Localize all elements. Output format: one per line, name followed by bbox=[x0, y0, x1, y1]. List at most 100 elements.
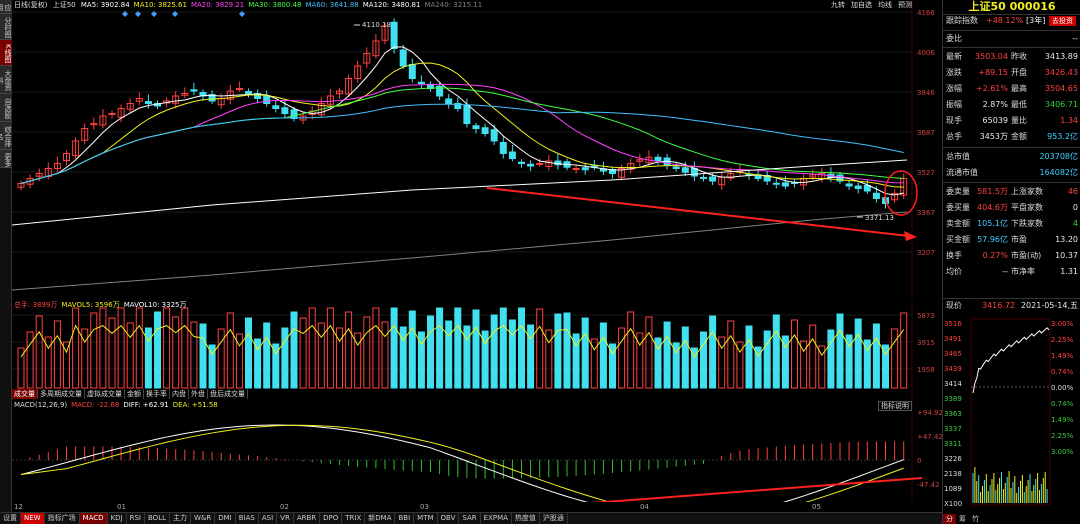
volume-tab[interactable]: 换手率 bbox=[144, 389, 170, 399]
mini-tab[interactable]: 筹 bbox=[956, 514, 969, 524]
volume-chart[interactable]: 5873 3915 1958 总手: 3899万 MAVOL5: 3596万 MAVOL… bbox=[12, 300, 942, 400]
volume-tab[interactable]: 成交量 bbox=[12, 389, 38, 399]
volume-tab[interactable]: 金额 bbox=[125, 389, 144, 399]
quote-panel: 上证50 000016 跟踪指数 +48.12% [3年] 去投资 委比 -- … bbox=[942, 0, 1080, 524]
tool-0[interactable]: 九转 bbox=[831, 1, 845, 9]
mini-left-tick: 3491 bbox=[944, 335, 962, 343]
quote-label: 流通市值 bbox=[946, 168, 978, 177]
low-annotation: 3371.13 bbox=[865, 214, 894, 222]
rail-tab-4[interactable]: 自选股 bbox=[0, 94, 12, 122]
indicator-tab[interactable]: SAR bbox=[459, 513, 481, 524]
mini-tab[interactable]: 分 bbox=[943, 514, 956, 524]
indicator-help-button[interactable]: 指标说明 bbox=[878, 401, 912, 411]
quote-value: 3406.71 bbox=[1044, 100, 1078, 109]
indicator-tab[interactable]: DPO bbox=[320, 513, 343, 524]
volume-tab[interactable]: 盘后成交量 bbox=[208, 389, 248, 399]
indicator-tab[interactable]: BIAS bbox=[236, 513, 259, 524]
volume-bar bbox=[154, 311, 161, 389]
candle-body bbox=[481, 127, 489, 134]
indicator-tab[interactable]: MACD bbox=[79, 513, 108, 524]
quote-value: 65039 bbox=[982, 116, 1008, 125]
indicator-tab[interactable]: MTM bbox=[414, 513, 438, 524]
indicator-tab[interactable]: EXPMA bbox=[481, 513, 512, 524]
indicator-tab[interactable]: TRIX bbox=[342, 513, 366, 524]
volume-bar bbox=[681, 326, 689, 389]
indicator-tab[interactable]: 主力 bbox=[170, 513, 191, 524]
ma-legend-item: MA240: 3215.11 bbox=[424, 1, 483, 9]
volume-bar bbox=[463, 325, 471, 389]
rail-tab-1[interactable]: 分时图 bbox=[0, 14, 12, 40]
indicator-tab[interactable]: ARBR bbox=[294, 513, 321, 524]
quote-label: 换手 bbox=[946, 251, 962, 260]
indicator-tab[interactable]: BOLL bbox=[145, 513, 170, 524]
rail-tab-6[interactable]: 更多 bbox=[0, 150, 12, 168]
kline-chart[interactable]: 4166 4006 3846 3687 3527 3367 3207 4110.18 3371.… bbox=[11, 0, 942, 298]
price-tick: 4006 bbox=[917, 49, 935, 57]
volume-bar bbox=[35, 315, 43, 389]
indicator-tab[interactable]: NEW bbox=[21, 513, 45, 524]
candle-body bbox=[144, 101, 152, 104]
macd-svg: +94.92 +47.42 0 -47.42 bbox=[12, 400, 943, 522]
vol-legend-item: 总手: 3899万 bbox=[14, 301, 58, 309]
quote-label: 平盘家数 bbox=[1011, 203, 1043, 212]
period-label: 日线(复权) bbox=[14, 1, 48, 9]
mini-right-tick: 3.00% bbox=[1051, 448, 1074, 456]
indicator-tab[interactable]: VR bbox=[277, 513, 294, 524]
volume-bar bbox=[372, 307, 380, 389]
candle-body bbox=[272, 105, 280, 109]
quote-label: 最低 bbox=[1011, 100, 1027, 109]
indicator-tab[interactable]: 热度值 bbox=[512, 513, 540, 524]
invest-button[interactable]: 去投资 bbox=[1049, 16, 1076, 26]
volume-bar bbox=[618, 327, 626, 389]
indicator-tab[interactable]: 新DMA bbox=[365, 513, 396, 524]
macd-chart[interactable]: +94.92 +47.42 0 -47.42 MACD(12,26,9) MACD: -… bbox=[12, 400, 943, 522]
volume-bar bbox=[663, 321, 671, 389]
quote-value: 3413.89 bbox=[1044, 52, 1078, 61]
tool-2[interactable]: 均线 bbox=[878, 1, 892, 9]
quote-row: 委卖量 581.5万 上涨家数 46 bbox=[946, 185, 1078, 199]
volume-tab[interactable]: 外盘 bbox=[189, 389, 208, 399]
quote-label: 委卖量 bbox=[946, 187, 970, 196]
quote-row: 涨幅 +2.61% 最高 3504.65 bbox=[946, 82, 1078, 96]
volume-tab[interactable]: 虚拟成交量 bbox=[85, 389, 125, 399]
rail-tab-0[interactable]: 应用 bbox=[0, 0, 12, 14]
indicator-tab[interactable]: OBV bbox=[438, 513, 460, 524]
mini-tab[interactable]: 竹 bbox=[969, 514, 982, 524]
indicator-tab[interactable]: 沪股通 bbox=[540, 513, 568, 524]
indicator-tab[interactable]: BBI bbox=[395, 513, 415, 524]
indicator-tab[interactable]: RSI bbox=[127, 513, 145, 524]
quote-label: 委买量 bbox=[946, 203, 970, 212]
indicator-tab[interactable]: 指标广场 bbox=[45, 513, 80, 524]
indicator-tab[interactable]: ASI bbox=[259, 513, 278, 524]
indicator-tab[interactable]: 设置 bbox=[0, 513, 21, 524]
quote-value: 46 bbox=[1067, 187, 1078, 196]
mini-right-tick: 1.49% bbox=[1051, 352, 1074, 360]
indicator-tab[interactable]: DMI bbox=[215, 513, 236, 524]
rail-tab-5[interactable]: 综合排名 bbox=[0, 122, 12, 150]
quote-value: 13.20 bbox=[1055, 235, 1078, 244]
indicator-tab[interactable]: KDJ bbox=[108, 513, 127, 524]
mini-left-tick: 3311 bbox=[944, 440, 962, 448]
volume-tab[interactable]: 内盘 bbox=[170, 389, 189, 399]
rail-tab-3[interactable]: 大盘资料 bbox=[0, 66, 12, 94]
market-cap-row: 流通市值 164082亿 bbox=[946, 166, 1078, 180]
indicator-tab[interactable]: W&R bbox=[191, 513, 216, 524]
mini-date: 2021-05-14,五 bbox=[1020, 301, 1078, 310]
volume-bar bbox=[199, 323, 207, 389]
quote-label: 涨跌 bbox=[946, 68, 962, 77]
volume-tab[interactable]: 多周期成交量 bbox=[38, 389, 85, 399]
tool-3[interactable]: 预测 bbox=[898, 1, 912, 9]
volume-bar bbox=[326, 307, 334, 389]
volume-bar bbox=[99, 307, 107, 389]
candle-body bbox=[845, 183, 853, 187]
track-label: 跟踪指数 bbox=[946, 16, 978, 25]
volume-bar bbox=[508, 319, 516, 389]
mini-left-tick: 3226 bbox=[944, 455, 962, 463]
intraday-mini-chart[interactable]: 3516 3491 3465 3439 3414 3389 3363 3337 3311 3226… bbox=[943, 315, 1080, 513]
ma120-line bbox=[11, 159, 908, 226]
volume-bar bbox=[490, 314, 498, 389]
ma-legend-item: MA10: 3825.61 bbox=[133, 1, 187, 9]
rail-tab-2[interactable]: K线图 bbox=[0, 40, 12, 66]
tool-1[interactable]: 加自选 bbox=[851, 1, 872, 9]
candle-body bbox=[245, 91, 252, 94]
